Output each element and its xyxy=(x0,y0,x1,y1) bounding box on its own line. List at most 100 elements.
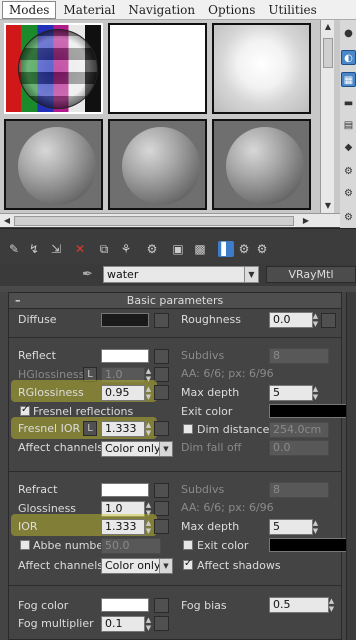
reflect-aa-label: AA: 6/6; px: 6/96 xyxy=(181,367,274,380)
material-id-channel-icon[interactable]: ⚙ xyxy=(144,241,160,257)
reflect-exit-color-swatch[interactable] xyxy=(269,404,356,418)
roughness-spinner[interactable]: 0.0 xyxy=(269,312,313,328)
rglossiness-map-button[interactable] xyxy=(154,385,169,400)
chevron-down-icon[interactable]: ▼ xyxy=(159,442,172,456)
diffuse-map-button[interactable] xyxy=(154,313,169,328)
chevron-down-icon[interactable]: ▼ xyxy=(244,267,258,282)
diffuse-color-swatch[interactable] xyxy=(101,313,149,327)
show-shaded-map-icon[interactable]: ▣ xyxy=(170,241,186,257)
spinner-arrows-icon[interactable]: ▲ ▼ xyxy=(144,421,153,437)
chevron-down-icon[interactable]: ▼ xyxy=(159,559,172,573)
spinner-arrows-icon[interactable]: ▲ ▼ xyxy=(311,312,320,328)
assign-to-selection-icon[interactable]: ⇲ xyxy=(48,241,64,257)
sample-slot-4[interactable] xyxy=(4,119,103,210)
reflect-map-button[interactable] xyxy=(154,349,169,364)
scroll-thumb[interactable] xyxy=(323,38,333,68)
backlight-icon[interactable]: ◐ xyxy=(341,50,356,65)
refract-glossiness-map-button[interactable] xyxy=(154,501,169,516)
fog-bias-spinner[interactable]: 0.5 xyxy=(269,597,329,613)
go-forward-to-sibling-icon[interactable]: ⚙ xyxy=(254,241,270,257)
reflect-exit-color-label: Exit color xyxy=(181,405,233,418)
spinner-arrows-icon[interactable]: ▲ ▼ xyxy=(327,597,336,613)
select-by-material-icon[interactable]: ⚙ xyxy=(341,186,356,201)
menu-options[interactable]: Options xyxy=(202,2,261,18)
sample-slot-5[interactable] xyxy=(108,119,207,210)
affect-shadows-checkbox[interactable] xyxy=(183,558,193,570)
get-material-icon[interactable]: ✎ xyxy=(6,241,22,257)
slots-horizontal-scrollbar[interactable]: ◀ ▶ xyxy=(0,213,340,227)
hglossiness-map-button[interactable] xyxy=(154,367,169,382)
parameters-scrollbar[interactable] xyxy=(346,292,356,640)
scroll-right-icon[interactable]: ▶ xyxy=(300,215,312,227)
fresnel-ior-map-button[interactable] xyxy=(154,421,169,436)
uv-tiling-icon[interactable]: ▬ xyxy=(341,96,356,111)
menu-utilities[interactable]: Utilities xyxy=(262,2,322,18)
refract-color-swatch[interactable] xyxy=(101,483,149,497)
material-navigator-icon[interactable]: ⚙ xyxy=(341,210,356,225)
options-icon[interactable]: ⚙ xyxy=(341,164,356,179)
ior-map-button[interactable] xyxy=(154,519,169,534)
ior-spinner[interactable]: 1.333 xyxy=(101,519,145,535)
fog-color-map-button[interactable] xyxy=(154,598,169,613)
abbe-number-spinner[interactable]: 50.0 xyxy=(101,538,161,554)
sample-slot-6[interactable] xyxy=(212,119,311,210)
lock-button[interactable]: L xyxy=(83,421,97,436)
go-to-parent-icon[interactable]: ⚙ xyxy=(236,241,252,257)
slots-vertical-scrollbar[interactable]: ▲ ▼ xyxy=(320,20,334,214)
sample-slot-2[interactable] xyxy=(108,23,207,114)
fog-multiplier-map-button[interactable] xyxy=(154,616,169,631)
material-type-button[interactable]: VRayMtl xyxy=(266,266,356,283)
abbe-number-checkbox[interactable] xyxy=(20,540,30,550)
make-unique-icon[interactable]: ⧉ xyxy=(96,241,112,257)
reflect-affect-channels-dropdown[interactable]: Color only ▼ xyxy=(101,441,173,457)
scroll-up-icon[interactable]: ▲ xyxy=(322,21,334,33)
dim-distance-spinner[interactable]: 254.0cm xyxy=(269,422,329,438)
fresnel-reflections-checkbox[interactable] xyxy=(20,404,30,416)
reflect-max-depth-spinner[interactable]: 5 xyxy=(269,385,313,401)
spinner-arrows-icon[interactable]: ▲ ▼ xyxy=(144,616,153,632)
spinner-arrows-icon[interactable]: ▲ ▼ xyxy=(144,519,153,535)
eyedropper-icon[interactable]: ✒ xyxy=(82,267,98,283)
dim-falloff-spinner[interactable]: 0.0 xyxy=(269,440,329,456)
spinner-arrows-icon[interactable]: ▲ ▼ xyxy=(311,519,320,535)
menu-modes[interactable]: Modes xyxy=(2,0,57,19)
scroll-thumb[interactable] xyxy=(14,216,294,226)
reflect-subdivs-spinner[interactable]: 8 xyxy=(269,348,329,364)
fog-multiplier-spinner[interactable]: 0.1 xyxy=(101,616,145,632)
material-name-field[interactable]: water ▼ xyxy=(103,266,259,283)
refract-subdivs-spinner[interactable]: 8 xyxy=(269,482,329,498)
refract-exit-color-swatch[interactable] xyxy=(269,538,356,552)
dropdown-value: Color only xyxy=(105,442,161,455)
menu-material[interactable]: Material xyxy=(57,2,121,18)
dim-distance-checkbox[interactable] xyxy=(183,424,193,434)
background-icon[interactable]: ▦ xyxy=(341,72,356,87)
refract-aa-label: AA: 6/6; px: 6/96 xyxy=(181,501,274,514)
menu-navigation[interactable]: Navigation xyxy=(122,2,201,18)
spinner-arrows-icon[interactable]: ▲ ▼ xyxy=(144,385,153,401)
fresnel-ior-spinner[interactable]: 1.333 xyxy=(101,421,145,437)
show-end-result-icon[interactable]: ▩ xyxy=(192,241,208,257)
rglossiness-spinner[interactable]: 0.95 xyxy=(101,385,145,401)
show-map-in-viewport-icon[interactable]: ▌ xyxy=(218,241,234,257)
sample-slot-1[interactable] xyxy=(4,23,103,114)
collapse-icon[interactable]: – xyxy=(15,293,21,308)
scroll-down-icon[interactable]: ▼ xyxy=(322,200,334,212)
make-preview-icon[interactable]: ◆ xyxy=(341,140,356,155)
refract-exit-color-checkbox[interactable] xyxy=(183,540,193,550)
refract-max-depth-spinner[interactable]: 5 xyxy=(269,519,313,535)
scroll-left-icon[interactable]: ◀ xyxy=(1,215,13,227)
sample-slot-3[interactable] xyxy=(212,23,311,114)
spinner-arrows-icon[interactable]: ▲ ▼ xyxy=(311,385,320,401)
put-to-scene-icon[interactable]: ↯ xyxy=(26,241,42,257)
rollout-header[interactable]: – Basic parameters xyxy=(9,293,341,309)
roughness-map-button[interactable] xyxy=(321,313,336,328)
reflect-color-swatch[interactable] xyxy=(101,349,149,363)
refract-affect-channels-dropdown[interactable]: Color only ▼ xyxy=(101,558,173,574)
sample-type-icon[interactable]: ● xyxy=(341,26,356,41)
refract-map-button[interactable] xyxy=(154,483,169,498)
video-color-check-icon[interactable]: ▤ xyxy=(341,118,356,133)
put-to-library-icon[interactable]: ⚘ xyxy=(118,241,134,257)
reset-map-icon[interactable]: ✕ xyxy=(72,241,88,257)
fog-color-swatch[interactable] xyxy=(101,598,149,612)
section-separator xyxy=(9,585,341,586)
